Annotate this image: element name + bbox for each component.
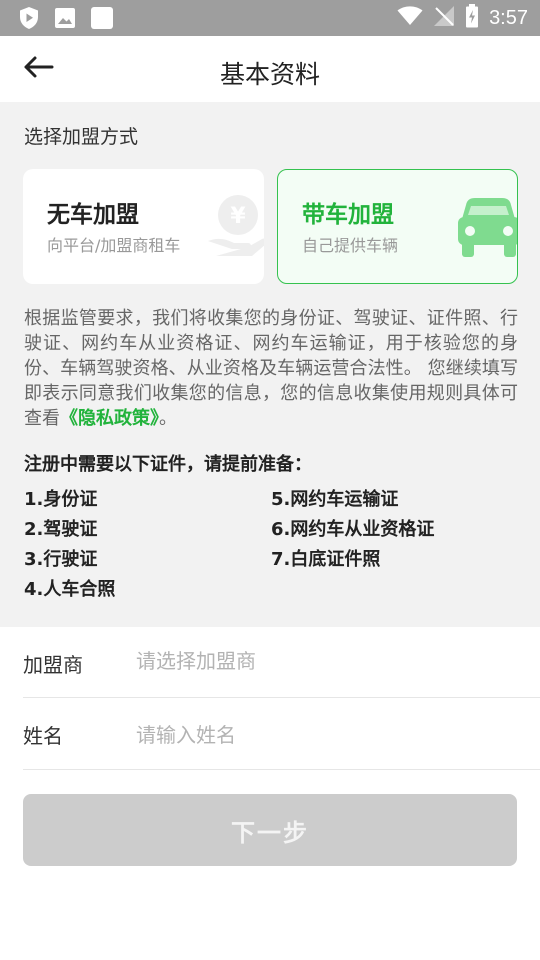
svg-text:¥: ¥ — [230, 204, 246, 229]
option-title: 带车加盟 — [302, 202, 394, 228]
privacy-notice: 根据监管要求，我们将收集您的身份证、驾驶证、证件照、行驶证、网约车从业资格证、网… — [24, 306, 518, 431]
privacy-policy-link[interactable]: 《隐私政策》 — [60, 408, 159, 429]
option-title: 无车加盟 — [47, 202, 139, 228]
option-subtitle: 向平台/加盟商租车 — [47, 236, 181, 255]
square-icon — [90, 6, 114, 34]
page-title: 基本资料 — [219, 60, 320, 89]
option-subtitle: 自己提供车辆 — [302, 236, 399, 255]
next-button[interactable]: 下一步 — [23, 794, 517, 866]
status-bar: 3:57 — [0, 0, 540, 36]
app-bar: 基本资料 — [0, 36, 540, 102]
shield-play-icon — [18, 6, 40, 34]
name-label: 姓名 — [23, 724, 63, 748]
list-item: 3.行驶证 — [24, 549, 98, 570]
image-icon — [54, 7, 76, 33]
signal-off-icon — [433, 5, 455, 31]
battery-charging-icon — [465, 4, 479, 32]
notice-suffix: 。 — [159, 408, 177, 429]
requirements-title: 注册中需要以下证件，请提前准备： — [24, 454, 312, 475]
franchisee-select[interactable] — [136, 649, 516, 673]
join-section: 选择加盟方式 无车加盟 向平台/加盟商租车 ¥ 带车加盟 自己提供车辆 根据监管… — [0, 102, 540, 627]
franchisee-row[interactable]: 加盟商 — [23, 627, 540, 698]
franchisee-label: 加盟商 — [23, 653, 83, 677]
wifi-icon — [397, 6, 423, 30]
car-icon — [456, 197, 517, 263]
list-item: 7.白底证件照 — [271, 549, 381, 570]
list-item: 4.人车合照 — [24, 579, 116, 600]
name-row: 姓名 — [23, 698, 540, 770]
list-item: 1.身份证 — [24, 489, 98, 510]
option-card-with-car[interactable]: 带车加盟 自己提供车辆 — [277, 169, 518, 284]
list-item: 2.驾驶证 — [24, 519, 98, 540]
list-item: 5.网约车运输证 — [271, 489, 399, 510]
yen-hand-icon: ¥ — [208, 193, 264, 267]
name-input[interactable] — [136, 723, 516, 747]
option-card-no-car[interactable]: 无车加盟 向平台/加盟商租车 ¥ — [23, 169, 264, 284]
status-time: 3:57 — [489, 6, 528, 29]
join-mode-label: 选择加盟方式 — [24, 126, 139, 148]
list-item: 6.网约车从业资格证 — [271, 519, 435, 540]
